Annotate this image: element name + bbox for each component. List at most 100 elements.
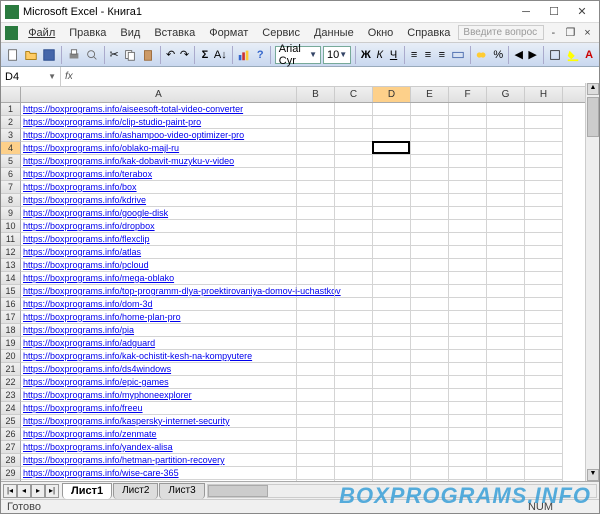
cell[interactable] xyxy=(297,142,335,155)
cell[interactable] xyxy=(411,441,449,454)
row-header[interactable]: 9 xyxy=(1,207,21,220)
vertical-scrollbar[interactable]: ▲ ▼ xyxy=(585,83,599,481)
cell[interactable] xyxy=(373,311,411,324)
cell[interactable] xyxy=(335,311,373,324)
doc-restore-button[interactable]: ❐ xyxy=(563,24,578,42)
row-header[interactable]: 7 xyxy=(1,181,21,194)
cell[interactable] xyxy=(335,415,373,428)
sheet-tab[interactable]: Лист3 xyxy=(159,483,204,499)
cell[interactable] xyxy=(487,233,525,246)
cell[interactable] xyxy=(449,467,487,480)
cell[interactable] xyxy=(297,116,335,129)
cell[interactable] xyxy=(449,155,487,168)
cell[interactable] xyxy=(487,181,525,194)
cell[interactable] xyxy=(525,181,563,194)
hscroll-thumb[interactable] xyxy=(208,485,268,497)
save-icon[interactable] xyxy=(41,46,57,64)
maximize-button[interactable]: ☐ xyxy=(541,3,567,21)
cell[interactable]: https://boxprograms.info/dropbox xyxy=(21,220,297,233)
cell[interactable] xyxy=(335,194,373,207)
help-icon[interactable]: ? xyxy=(254,46,266,64)
row-header[interactable]: 24 xyxy=(1,402,21,415)
indent-inc-icon[interactable]: ▶ xyxy=(527,46,539,64)
indent-dec-icon[interactable]: ◀ xyxy=(513,46,525,64)
cell[interactable] xyxy=(411,142,449,155)
cell[interactable] xyxy=(373,454,411,467)
cell[interactable] xyxy=(335,272,373,285)
font-name-select[interactable]: Arial Cyr▼ xyxy=(275,46,321,64)
cell[interactable] xyxy=(335,428,373,441)
cell[interactable] xyxy=(487,220,525,233)
cell[interactable] xyxy=(373,415,411,428)
cell[interactable] xyxy=(411,233,449,246)
cell[interactable] xyxy=(525,246,563,259)
column-header-E[interactable]: E xyxy=(411,87,449,102)
cell[interactable] xyxy=(411,324,449,337)
row-header[interactable]: 6 xyxy=(1,168,21,181)
row-header[interactable]: 17 xyxy=(1,311,21,324)
row-header[interactable]: 20 xyxy=(1,350,21,363)
paste-icon[interactable] xyxy=(140,46,156,64)
cell[interactable] xyxy=(373,389,411,402)
sum-icon[interactable]: Σ xyxy=(199,46,211,64)
cell[interactable] xyxy=(335,103,373,116)
cell[interactable] xyxy=(487,415,525,428)
cell[interactable] xyxy=(525,311,563,324)
cell[interactable]: https://boxprograms.info/oblako-majl-ru xyxy=(21,142,297,155)
cell[interactable] xyxy=(449,220,487,233)
tab-next-button[interactable]: ▸ xyxy=(31,484,45,498)
name-box[interactable]: D4▼ xyxy=(1,67,61,86)
row-header[interactable]: 28 xyxy=(1,454,21,467)
cell[interactable] xyxy=(297,194,335,207)
cell[interactable] xyxy=(335,402,373,415)
cell[interactable] xyxy=(449,285,487,298)
cell[interactable] xyxy=(449,272,487,285)
cell[interactable] xyxy=(525,337,563,350)
cell[interactable]: https://boxprograms.info/flexclip xyxy=(21,233,297,246)
chart-icon[interactable] xyxy=(236,46,252,64)
cell[interactable] xyxy=(335,376,373,389)
italic-icon[interactable]: К xyxy=(374,46,386,64)
cell[interactable] xyxy=(487,311,525,324)
cell[interactable]: https://boxprograms.info/zenmate xyxy=(21,428,297,441)
bold-icon[interactable]: Ж xyxy=(360,46,372,64)
column-header-B[interactable]: B xyxy=(297,87,335,102)
cell[interactable] xyxy=(411,389,449,402)
cell[interactable] xyxy=(449,233,487,246)
cell[interactable] xyxy=(335,168,373,181)
cell[interactable] xyxy=(373,363,411,376)
cell[interactable] xyxy=(449,259,487,272)
row-header[interactable]: 14 xyxy=(1,272,21,285)
sheet-tab[interactable]: Лист2 xyxy=(113,483,158,499)
cell[interactable] xyxy=(525,428,563,441)
cell[interactable] xyxy=(487,402,525,415)
cell[interactable]: https://boxprograms.info/adguard xyxy=(21,337,297,350)
cell[interactable] xyxy=(335,389,373,402)
cell[interactable] xyxy=(297,441,335,454)
cell[interactable]: https://boxprograms.info/box xyxy=(21,181,297,194)
cell[interactable] xyxy=(487,168,525,181)
cell[interactable] xyxy=(525,259,563,272)
cell[interactable]: https://boxprograms.info/google-disk xyxy=(21,207,297,220)
row-header[interactable]: 3 xyxy=(1,129,21,142)
row-header[interactable]: 8 xyxy=(1,194,21,207)
fx-icon[interactable]: fx xyxy=(65,71,73,82)
cell[interactable] xyxy=(297,220,335,233)
doc-minimize-button[interactable]: - xyxy=(546,24,561,42)
cell[interactable]: https://boxprograms.info/top-programm-dl… xyxy=(21,285,297,298)
tab-last-button[interactable]: ▸| xyxy=(45,484,59,498)
cell[interactable] xyxy=(373,350,411,363)
cell[interactable] xyxy=(335,337,373,350)
cell[interactable] xyxy=(373,220,411,233)
cell[interactable]: https://boxprograms.info/aiseesoft-total… xyxy=(21,103,297,116)
row-header[interactable]: 22 xyxy=(1,376,21,389)
cell[interactable] xyxy=(487,454,525,467)
cell[interactable] xyxy=(411,350,449,363)
copy-icon[interactable] xyxy=(122,46,138,64)
cell[interactable] xyxy=(487,103,525,116)
undo-icon[interactable]: ↶ xyxy=(165,46,177,64)
cell[interactable] xyxy=(411,155,449,168)
cell[interactable] xyxy=(411,129,449,142)
cell[interactable] xyxy=(411,103,449,116)
cell[interactable] xyxy=(297,129,335,142)
